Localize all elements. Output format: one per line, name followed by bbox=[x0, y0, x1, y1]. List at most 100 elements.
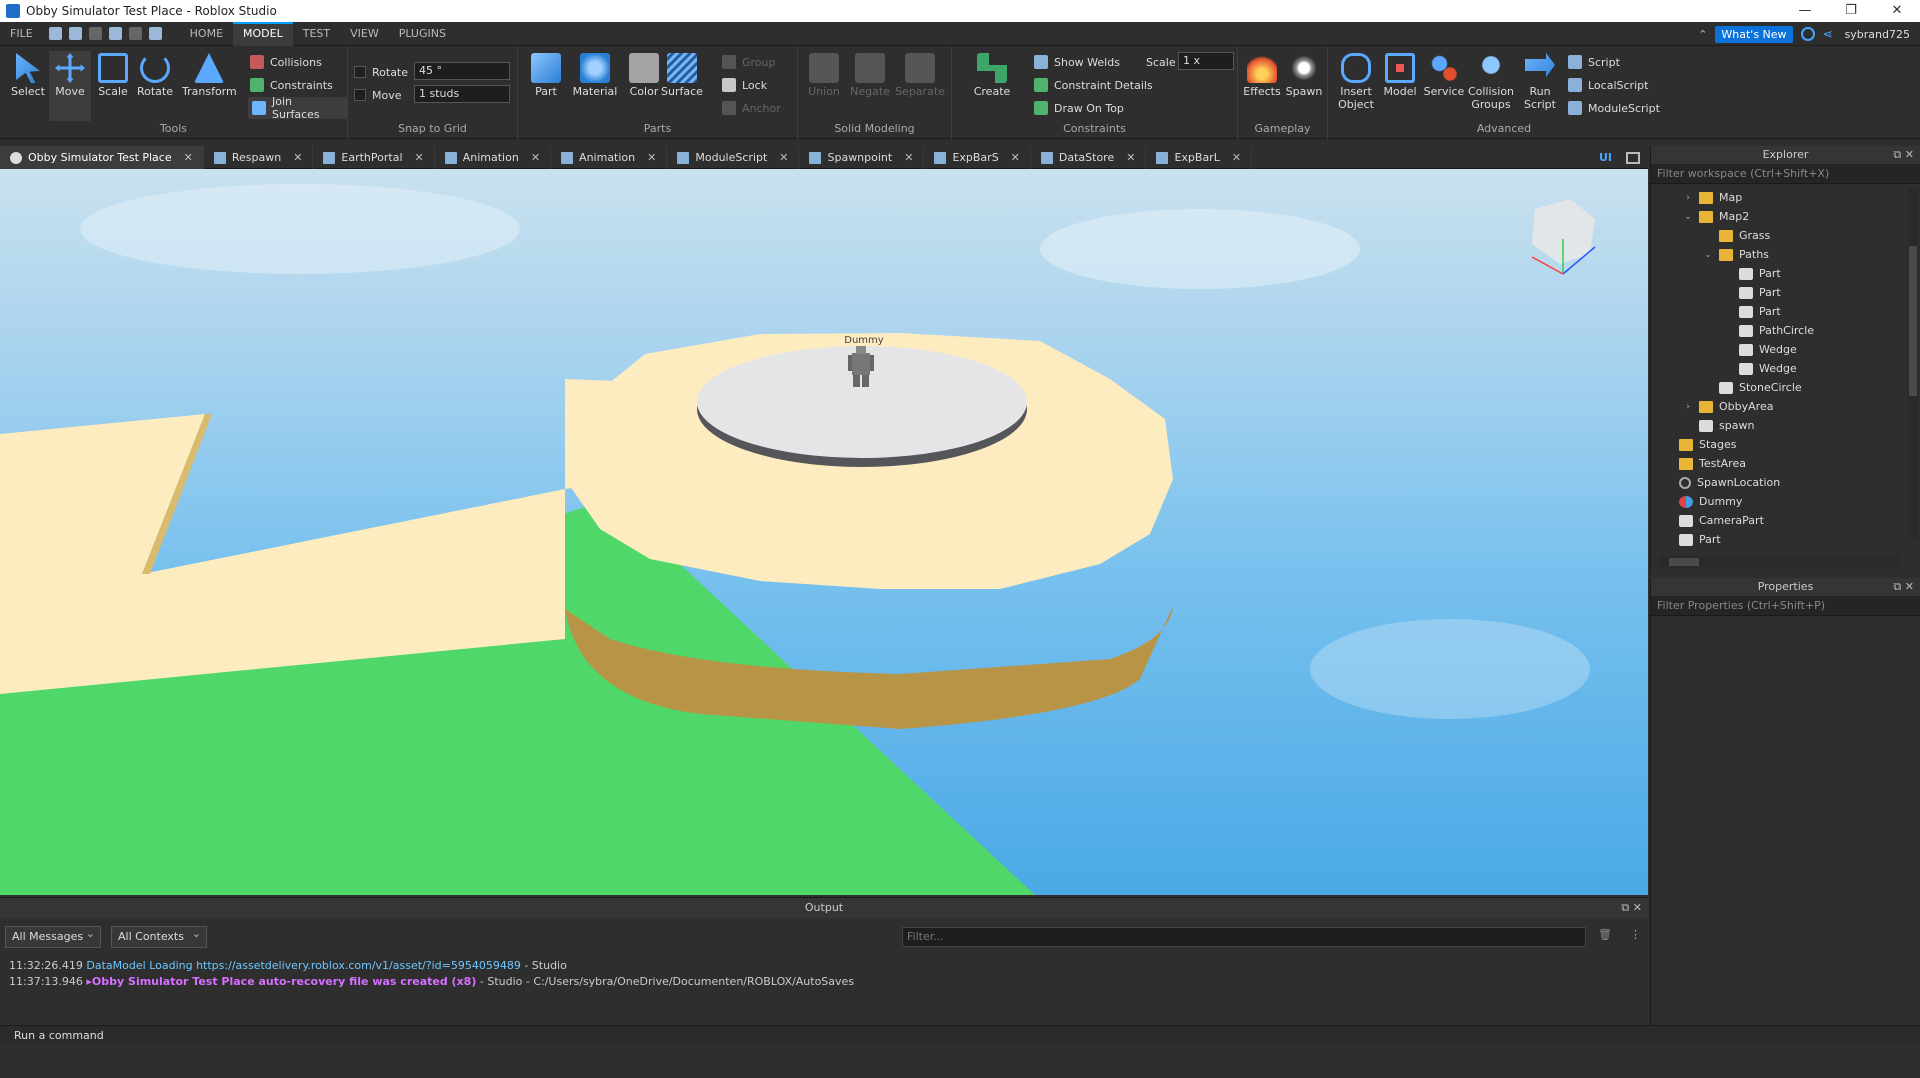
explorer-item[interactable]: Grass bbox=[1703, 226, 1770, 245]
constraint-details-toggle[interactable]: Constraint Details bbox=[1034, 74, 1153, 96]
messages-filter-dropdown[interactable]: All Messages bbox=[5, 924, 101, 948]
tab-script[interactable]: ExpBarL ✕ bbox=[1146, 146, 1253, 169]
properties-filter-input[interactable]: Filter Properties (Ctrl+Shift+P) bbox=[1651, 596, 1920, 616]
collapsed-arrow-icon[interactable]: › bbox=[1683, 402, 1693, 412]
menu-file[interactable]: FILE bbox=[0, 22, 43, 46]
output-filter-input[interactable]: Filter... bbox=[902, 927, 1586, 947]
explorer-item[interactable]: Part bbox=[1723, 302, 1781, 321]
explorer-item[interactable]: Part bbox=[1723, 283, 1781, 302]
close-tab-icon[interactable]: ✕ bbox=[1232, 151, 1241, 164]
tab-script[interactable]: EarthPortal ✕ bbox=[313, 146, 435, 169]
command-bar[interactable]: Run a command bbox=[0, 1025, 1920, 1045]
spawn-button[interactable]: Spawn bbox=[1282, 51, 1326, 98]
constraints-toggle[interactable]: Constraints bbox=[250, 74, 333, 96]
explorer-item[interactable]: TestArea bbox=[1663, 454, 1746, 473]
separate-button[interactable]: Separate bbox=[894, 51, 946, 98]
properties-panel-controls[interactable]: ⧉ ✕ bbox=[1893, 578, 1914, 596]
anchor-button[interactable]: Anchor bbox=[722, 97, 781, 119]
explorer-panel-controls[interactable]: ⧉ ✕ bbox=[1893, 146, 1914, 164]
explorer-vertical-scrollbar[interactable] bbox=[1908, 188, 1918, 538]
close-tab-icon[interactable]: ✕ bbox=[647, 151, 656, 164]
menu-test[interactable]: TEST bbox=[293, 22, 340, 46]
explorer-item[interactable]: SpawnLocation bbox=[1663, 473, 1780, 492]
run-script-button[interactable]: Run Script bbox=[1518, 51, 1562, 111]
close-tab-icon[interactable]: ✕ bbox=[184, 151, 193, 164]
explorer-item[interactable]: › ObbyArea bbox=[1683, 397, 1773, 416]
view-cube[interactable] bbox=[1531, 199, 1596, 275]
explorer-filter-input[interactable]: Filter workspace (Ctrl+Shift+X) bbox=[1651, 164, 1920, 184]
effects-button[interactable]: Effects bbox=[1240, 51, 1284, 98]
transform-button[interactable]: Transform bbox=[182, 51, 237, 98]
explorer-item[interactable]: ⌄ Paths bbox=[1703, 245, 1769, 264]
snap-rotate-checkbox[interactable] bbox=[354, 66, 366, 78]
explorer-item[interactable]: Stages bbox=[1663, 435, 1737, 454]
explorer-item[interactable]: › Map bbox=[1683, 188, 1742, 207]
tab-script[interactable]: DataStore ✕ bbox=[1031, 146, 1147, 169]
close-button[interactable]: ✕ bbox=[1874, 0, 1920, 22]
whats-new-button[interactable]: What's New bbox=[1715, 25, 1793, 43]
explorer-item[interactable]: ⌄ Map2 bbox=[1683, 207, 1749, 226]
log-message[interactable]: ▸Obby Simulator Test Place auto-recovery… bbox=[86, 975, 476, 988]
union-button[interactable]: Union bbox=[802, 51, 846, 98]
close-tab-icon[interactable]: ✕ bbox=[904, 151, 913, 164]
snap-rotate-input[interactable]: 45 ° bbox=[414, 62, 510, 80]
tab-script[interactable]: ExpBarS ✕ bbox=[924, 146, 1031, 169]
explorer-item[interactable]: Wedge bbox=[1723, 359, 1797, 378]
menu-plugins[interactable]: PLUGINS bbox=[389, 22, 456, 46]
ui-visibility-toggle[interactable]: UI bbox=[1599, 151, 1612, 164]
explorer-item[interactable]: Part bbox=[1663, 530, 1721, 549]
select-button[interactable]: Select bbox=[6, 51, 50, 98]
draw-on-top-toggle[interactable]: Draw On Top bbox=[1034, 97, 1124, 119]
explorer-item[interactable]: spawn bbox=[1683, 416, 1754, 435]
tab-place[interactable]: Obby Simulator Test Place ✕ bbox=[0, 146, 204, 169]
rotate-button[interactable]: Rotate bbox=[133, 51, 177, 98]
expanded-arrow-icon[interactable]: ⌄ bbox=[1683, 212, 1693, 222]
create-constraint-button[interactable]: Create bbox=[970, 51, 1014, 98]
undo-icon[interactable] bbox=[68, 27, 82, 40]
tab-script[interactable]: Respawn ✕ bbox=[204, 146, 314, 169]
share-icon[interactable]: ⋖ bbox=[1823, 28, 1837, 40]
explorer-item[interactable]: Dummy bbox=[1663, 492, 1742, 511]
menu-home[interactable]: HOME bbox=[180, 22, 233, 46]
explorer-item[interactable]: StoneCircle bbox=[1703, 378, 1802, 397]
group-button[interactable]: Group bbox=[722, 51, 776, 73]
publish-icon[interactable] bbox=[108, 27, 122, 40]
close-tab-icon[interactable]: ✕ bbox=[531, 151, 540, 164]
service-button[interactable]: Service bbox=[1422, 51, 1466, 98]
new-file-icon[interactable] bbox=[48, 27, 62, 40]
tab-script[interactable]: Spawnpoint ✕ bbox=[799, 146, 925, 169]
close-tab-icon[interactable]: ✕ bbox=[415, 151, 424, 164]
tab-script[interactable]: Animation ✕ bbox=[551, 146, 668, 169]
expanded-arrow-icon[interactable]: ⌄ bbox=[1703, 250, 1713, 260]
negate-button[interactable]: Negate bbox=[848, 51, 892, 98]
snap-move-checkbox[interactable] bbox=[354, 89, 366, 101]
insert-modulescript-button[interactable]: ModuleScript bbox=[1568, 97, 1660, 119]
layout-icon[interactable] bbox=[1626, 151, 1640, 164]
team-create-icon[interactable] bbox=[148, 27, 162, 40]
username[interactable]: sybrand725 bbox=[1845, 28, 1910, 41]
menu-model[interactable]: MODEL bbox=[233, 21, 293, 46]
save-icon[interactable] bbox=[128, 27, 142, 40]
clear-output-icon[interactable]: 🗑 bbox=[1598, 928, 1612, 941]
log-message[interactable]: DataModel Loading https://assetdelivery.… bbox=[86, 959, 520, 972]
close-tab-icon[interactable]: ✕ bbox=[1011, 151, 1020, 164]
explorer-item[interactable]: Part bbox=[1723, 264, 1781, 283]
close-tab-icon[interactable]: ✕ bbox=[293, 151, 302, 164]
restore-button[interactable]: ❐ bbox=[1828, 0, 1874, 22]
tab-script[interactable]: ModuleScript ✕ bbox=[667, 146, 800, 169]
close-tab-icon[interactable]: ✕ bbox=[779, 151, 788, 164]
explorer-horizontal-scrollbar[interactable] bbox=[1659, 556, 1899, 568]
explorer-item[interactable]: Wedge bbox=[1723, 340, 1797, 359]
join-surfaces-toggle[interactable]: Join Surfaces bbox=[248, 95, 347, 121]
minimize-button[interactable]: — bbox=[1782, 0, 1828, 22]
redo-icon[interactable] bbox=[88, 27, 102, 40]
more-options-icon[interactable]: ⋮ bbox=[1630, 928, 1641, 941]
3d-viewport[interactable]: Dummy bbox=[0, 169, 1648, 895]
collapse-ribbon-icon[interactable]: ⌃ bbox=[1698, 28, 1707, 41]
constraint-scale-input[interactable]: 1 x bbox=[1178, 52, 1234, 70]
snap-move-input[interactable]: 1 studs bbox=[414, 85, 510, 103]
collision-groups-button[interactable]: Collision Groups bbox=[1466, 51, 1516, 111]
scale-button[interactable]: Scale bbox=[91, 51, 135, 98]
move-button[interactable]: Move bbox=[49, 51, 91, 121]
model-button[interactable]: Model bbox=[1378, 51, 1422, 98]
